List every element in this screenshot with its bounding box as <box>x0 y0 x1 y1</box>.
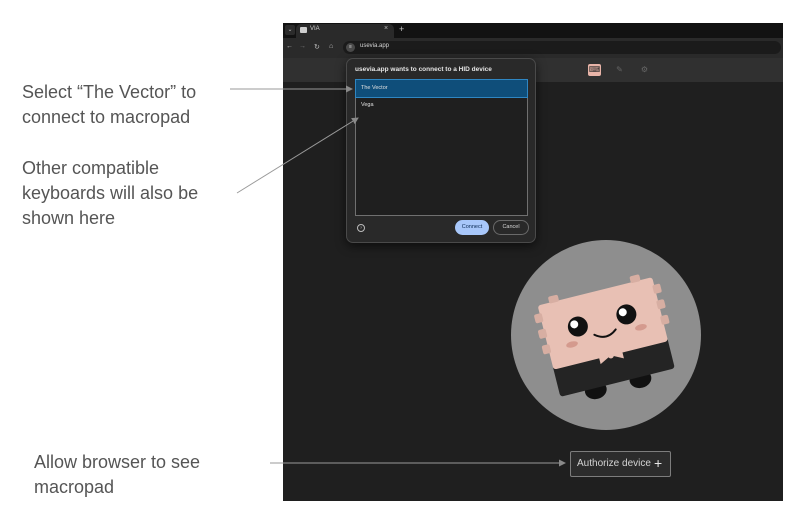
callout-lines <box>230 85 566 467</box>
callout-line-other <box>236 117 359 194</box>
